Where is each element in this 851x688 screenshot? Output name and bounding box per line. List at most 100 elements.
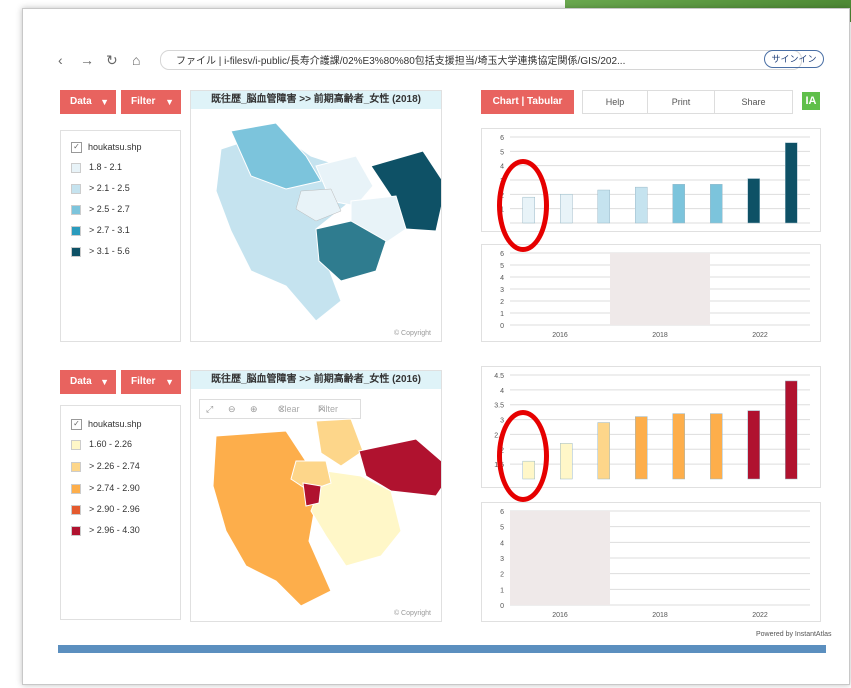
legend-swatch bbox=[71, 483, 81, 494]
filter-dropdown-button[interactable]: Filter ▼ bbox=[121, 90, 181, 114]
map-copyright: © Copyright bbox=[393, 330, 431, 337]
choropleth-map-bottom[interactable] bbox=[191, 391, 441, 621]
map-title: 既往歴_脳血管障害 >> 前期高齢者_女性 (2018) bbox=[191, 91, 441, 109]
y-tick-label: 4 bbox=[500, 388, 504, 395]
legend-item: > 2.5 - 2.7 bbox=[71, 203, 130, 215]
layer-toggle[interactable]: ✓ houkatsu.shp bbox=[71, 141, 142, 154]
data-dropdown-button[interactable]: Data ▼ bbox=[60, 370, 116, 394]
share-button[interactable]: Share bbox=[714, 90, 793, 114]
bar bbox=[635, 186, 648, 224]
bar bbox=[747, 178, 760, 224]
bar bbox=[560, 443, 573, 480]
legend-panel-top: ✓ houkatsu.shp 1.8 - 2.1 > 2.1 - 2.5 > 2.… bbox=[60, 130, 181, 342]
time-chart-panel-top: 0 1 2 3 4 5 6 2016 2018 2022 bbox=[481, 244, 821, 342]
legend-label: > 2.26 - 2.74 bbox=[89, 461, 140, 471]
x-tick-label: 2016 bbox=[552, 612, 568, 619]
y-tick-label: 5 bbox=[500, 149, 504, 156]
map-panel-top[interactable]: 既往歴_脳血管障害 >> 前期高齢者_女性 (2018) © Copyright bbox=[190, 90, 442, 342]
refresh-icon[interactable]: ↻ bbox=[106, 52, 118, 69]
y-tick-label: 6 bbox=[500, 509, 504, 516]
y-tick-label: 5 bbox=[500, 263, 504, 270]
checkbox-icon[interactable]: ✓ bbox=[71, 142, 82, 154]
y-tick-label: 6 bbox=[500, 251, 504, 258]
y-tick-label: 2 bbox=[500, 572, 504, 579]
legend-label: 1.60 - 2.26 bbox=[89, 439, 133, 449]
legend-swatch bbox=[71, 461, 81, 472]
legend-item: > 2.7 - 3.1 bbox=[71, 224, 130, 236]
legend-item: 1.8 - 2.1 bbox=[71, 161, 122, 173]
legend-label: 1.8 - 2.1 bbox=[89, 162, 123, 172]
y-tick-label: 5 bbox=[500, 525, 504, 532]
legend-item: > 2.90 - 2.96 bbox=[71, 503, 140, 515]
bar bbox=[710, 184, 723, 224]
data-dropdown-button[interactable]: Data ▼ bbox=[60, 90, 116, 114]
y-tick-label: 2 bbox=[500, 299, 504, 306]
y-tick-label: 3.5 bbox=[494, 403, 504, 410]
bar bbox=[672, 413, 685, 480]
legend-swatch bbox=[71, 183, 81, 194]
legend-swatch bbox=[71, 225, 81, 236]
legend-item: > 2.1 - 2.5 bbox=[71, 182, 130, 194]
highlight-band bbox=[510, 511, 610, 605]
chevron-down-icon: ▼ bbox=[100, 97, 109, 107]
y-tick-label: 0 bbox=[500, 323, 504, 330]
map-panel-bottom[interactable]: 既往歴_脳血管障害 >> 前期高齢者_女性 (2016) ⤢ ⊖ ⊕ Clear… bbox=[190, 370, 442, 622]
highlight-band bbox=[610, 253, 710, 325]
help-button[interactable]: Help bbox=[582, 90, 648, 114]
bar bbox=[710, 413, 723, 480]
map-copyright: © Copyright bbox=[393, 610, 431, 617]
bar bbox=[785, 380, 798, 480]
print-button[interactable]: Print bbox=[647, 90, 715, 114]
legend-label: > 2.5 - 2.7 bbox=[89, 204, 130, 214]
y-tick-label: 3 bbox=[500, 556, 504, 563]
legend-label: > 2.7 - 3.1 bbox=[89, 225, 130, 235]
chevron-down-icon: ▼ bbox=[100, 377, 109, 387]
powered-by: Powered by InstantAtlas bbox=[756, 631, 832, 638]
map-region[interactable] bbox=[315, 418, 364, 467]
legend-item: 1.60 - 2.26 bbox=[71, 438, 132, 450]
x-tick-label: 2018 bbox=[652, 332, 668, 339]
legend-label: > 2.1 - 2.5 bbox=[89, 183, 130, 193]
filter-dropdown-button[interactable]: Filter ▼ bbox=[121, 370, 181, 394]
y-tick-label: 4 bbox=[500, 164, 504, 171]
legend-item: > 2.26 - 2.74 bbox=[71, 460, 140, 472]
choropleth-map-top[interactable] bbox=[191, 111, 441, 341]
data-button-label: Data bbox=[70, 96, 92, 107]
address-url: ファイル | i-filesv/i-public/長寿介護課/02%E3%80%… bbox=[176, 56, 626, 67]
chevron-down-icon: ▼ bbox=[165, 97, 174, 107]
bar bbox=[672, 184, 685, 224]
legend-item: > 3.1 - 5.6 bbox=[71, 245, 130, 257]
checkbox-icon[interactable]: ✓ bbox=[71, 419, 82, 431]
layer-name: houkatsu.shp bbox=[88, 142, 142, 152]
chart-tabular-toggle[interactable]: Chart | Tabular bbox=[481, 90, 574, 114]
map-region[interactable] bbox=[212, 430, 332, 607]
instantatlas-logo: IA bbox=[802, 92, 820, 110]
time-chart-bottom[interactable]: 0 1 2 3 4 5 6 2016 2018 2022 bbox=[482, 503, 820, 621]
map-region[interactable] bbox=[302, 482, 322, 507]
legend-swatch bbox=[71, 246, 81, 257]
legend-swatch bbox=[71, 525, 81, 536]
back-icon[interactable]: ‹ bbox=[58, 52, 63, 68]
home-icon[interactable]: ⌂ bbox=[132, 52, 140, 68]
y-tick-label: 1 bbox=[500, 587, 504, 594]
legend-label: > 2.96 - 4.30 bbox=[89, 525, 140, 535]
filter-button-label: Filter bbox=[131, 376, 156, 387]
legend-swatch bbox=[71, 162, 81, 173]
bar bbox=[597, 422, 610, 480]
y-tick-label: 4 bbox=[500, 275, 504, 282]
legend-label: > 2.90 - 2.96 bbox=[89, 504, 140, 514]
legend-label: > 3.1 - 5.6 bbox=[89, 246, 130, 256]
annotation-circle bbox=[497, 410, 549, 502]
forward-icon[interactable]: → bbox=[80, 52, 94, 68]
y-tick-label: 4.5 bbox=[494, 373, 504, 380]
browser-toolbar: ‹ → ↻ ⌂ ファイル | i-filesv/i-public/長寿介護課/0… bbox=[58, 44, 838, 74]
signin-button[interactable]: サインイン bbox=[764, 50, 824, 68]
layer-toggle[interactable]: ✓ houkatsu.shp bbox=[71, 418, 142, 431]
time-chart-top[interactable]: 0 1 2 3 4 5 6 2016 2018 2022 bbox=[482, 245, 820, 341]
y-tick-label: 6 bbox=[500, 135, 504, 142]
chevron-down-icon: ▼ bbox=[165, 377, 174, 387]
layer-name: houkatsu.shp bbox=[88, 419, 142, 429]
bar bbox=[635, 416, 648, 480]
bar bbox=[560, 194, 573, 224]
x-tick-label: 2016 bbox=[552, 332, 568, 339]
